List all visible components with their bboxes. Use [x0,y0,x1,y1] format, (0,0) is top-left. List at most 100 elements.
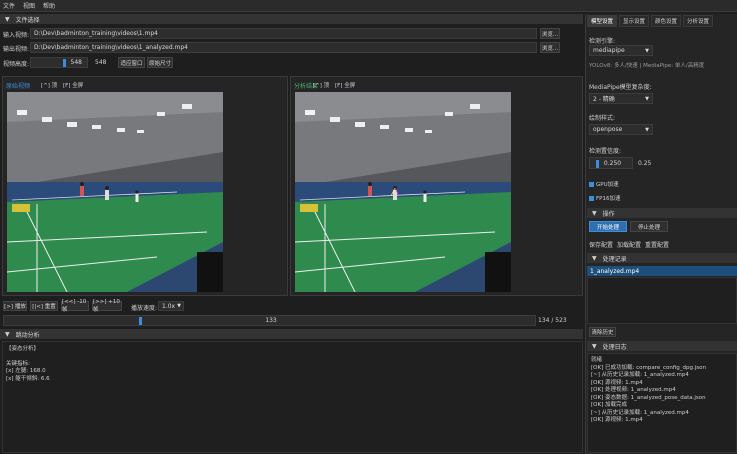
original-topmost-toggle[interactable]: [^] 顶 [41,81,57,89]
fit-window-button[interactable]: 适应窗口 [118,57,145,68]
engine-label: 检测引擎: [589,38,616,45]
log-line: 就绪 [591,357,603,363]
reset-config-link[interactable]: 重置配置 [645,240,669,249]
save-config-link[interactable]: 保存配置 [589,240,613,249]
original-video-title: 原始视频 [6,83,31,90]
browse-output-button[interactable]: 浏览... [540,42,560,53]
menu-bar: 文件 视图 帮助 [0,0,737,12]
gpu-checkbox[interactable]: GPU加速 [589,180,619,188]
gpu-label: GPU加速 [596,182,619,188]
collapse-triangle-icon[interactable]: ▼ [592,255,597,262]
chevron-down-icon: ▼ [177,303,181,309]
complexity-select[interactable]: 2 - 精确 ▼ [589,93,653,104]
video-height-slider[interactable]: 548 [30,57,88,68]
history-item-label: 1_analyzed.mp4 [590,267,640,275]
file-section-title: 文件选择 [15,16,40,24]
engine-hint: YOLOv8: 多人/快速 | MediaPipe: 单人/高精度 [589,63,705,69]
engine-select[interactable]: mediapipe ▼ [589,45,653,56]
settings-tabs: 模型设置 显示设置 颜色设置 分析设置 [587,15,714,27]
output-video-field[interactable]: D:\Dev\badminton_training\videos\1_analy… [30,42,537,53]
load-config-link[interactable]: 加载配置 [617,240,641,249]
speed-select-value: 1.0x [162,302,176,310]
speed-label: 播放速度: [131,305,158,312]
original-size-button[interactable]: 原始尺寸 [147,57,173,68]
original-fullscreen-toggle[interactable]: [F] 全屏 [63,81,83,89]
collapse-triangle-icon[interactable]: ▼ [592,210,597,217]
confidence-slider[interactable]: 0.250 [589,157,633,169]
confidence-slider-thumb[interactable] [596,160,599,168]
video-height-slider-thumb[interactable] [63,59,66,67]
file-section-header[interactable]: ▼ 文件选择 [0,14,583,24]
frame-progress-slider[interactable]: 133 [3,315,536,326]
video-height-label: 视频高度: [3,61,30,68]
original-video-frame[interactable] [7,92,223,292]
log-line: [OK] 姿态数据: 1_analyzed_pose_data.json [591,394,706,401]
log-output: 就绪 [OK] 已成功加载: compare_config_dpg.json [… [587,353,737,453]
tab-color-settings[interactable]: 颜色设置 [651,15,682,27]
draw-style-select-value: openpose [593,126,623,133]
log-line: [OK] 源视频: 1.mp4 [591,417,643,423]
speed-select[interactable]: 1.0x ▼ [158,301,184,311]
fp16-checkbox[interactable]: FP16加速 [589,194,620,202]
analysis-subtitle: 【姿态分析】 [6,346,40,352]
complexity-label: MediaPipe模型复杂度: [589,84,652,91]
analyzed-court-scene-image [295,92,511,292]
analysis-metric-torso: [x] 躯干倾斜: 6.6 [6,375,50,382]
operations-title: 操作 [602,210,615,218]
log-line: [OK] 处理视频: 1_analyzed.mp4 [591,387,676,393]
menu-view[interactable]: 视图 [23,1,35,10]
collapse-triangle-icon[interactable]: ▼ [5,331,10,338]
browse-input-button[interactable]: 浏览... [540,28,560,39]
frame-counter: 134 / 523 [538,317,567,324]
analyzed-fullscreen-toggle[interactable]: [F] 全屏 [335,81,355,89]
stop-processing-button[interactable]: 停止处理 [630,221,668,232]
play-button[interactable]: [>] 播放 [3,301,27,311]
fp16-label: FP16加速 [596,196,621,202]
log-line: [~] 从历史记录加载: 1_analyzed.mp4 [591,372,689,378]
chevron-down-icon: ▼ [645,126,649,133]
tab-model-settings[interactable]: 模型设置 [587,15,618,27]
log-section-header[interactable]: ▼ 处理日志 [587,341,737,351]
collapse-triangle-icon[interactable]: ▼ [592,343,597,350]
original-video-panel: 原始视频 [^] 顶 [F] 全屏 [2,76,288,296]
analysis-title: 跳动分析 [15,331,40,339]
analysis-section-header[interactable]: ▼ 跳动分析 [0,329,583,339]
analysis-output: 【姿态分析】 关键指标: [x] 左腿: 168.0 [x] 躯干倾斜: 6.6 [2,341,583,453]
badminton-court-scene-image [7,92,223,292]
history-section-header[interactable]: ▼ 处理记录 [587,253,737,263]
analyzed-topmost-toggle[interactable]: [^] 顶 [313,81,329,89]
checkbox-checked-icon [589,181,594,187]
analysis-metrics-title: 关键指标: [6,360,30,367]
input-video-field[interactable]: D:\Dev\badminton_training\videos\1.mp4 [30,28,537,39]
log-line: [OK] 已成功加载: compare_config_dpg.json [591,364,707,371]
back-10-button[interactable]: [<<] -10帧 [61,299,89,313]
start-processing-button[interactable]: 开始处理 [589,221,627,232]
confidence-value: 0.25 [638,160,652,167]
operations-section-header[interactable]: ▼ 操作 [587,208,737,218]
draw-style-select[interactable]: openpose ▼ [589,124,653,135]
engine-select-value: mediapipe [593,47,625,54]
menu-file[interactable]: 文件 [3,1,15,10]
reset-button[interactable]: [|<] 重置 [30,301,58,311]
collapse-triangle-icon[interactable]: ▼ [5,16,10,23]
analyzed-video-frame[interactable] [295,92,511,292]
log-line: [OK] 源视频: 1.mp4 [591,379,643,386]
tab-display-settings[interactable]: 显示设置 [619,15,650,27]
video-height-slider-value: 548 [70,59,82,66]
forward-10-button[interactable]: [>>] +10帧 [92,299,122,313]
menu-help[interactable]: 帮助 [43,1,55,10]
chevron-down-icon: ▼ [645,47,649,54]
confidence-label: 检测置信度: [589,148,622,155]
clear-history-button[interactable]: 清除历史 [589,327,616,337]
checkbox-checked-icon [589,195,594,201]
tab-analysis-settings[interactable]: 分析设置 [683,15,714,27]
log-line: [~] 从历史记录加载: 1_analyzed.mp4 [591,409,689,416]
draw-style-label: 绘制样式: [589,115,616,122]
history-list-item[interactable]: 1_analyzed.mp4 [587,266,737,276]
log-line: [OK] 加载完成 [591,402,627,408]
input-video-label: 输入视频: [3,32,30,39]
frame-progress-thumb[interactable] [139,317,142,325]
output-video-label: 输出视频: [3,46,30,53]
video-height-value: 548 [95,59,107,66]
analyzed-video-panel: 分析结果 [^] 顶 [F] 全屏 [290,76,583,296]
